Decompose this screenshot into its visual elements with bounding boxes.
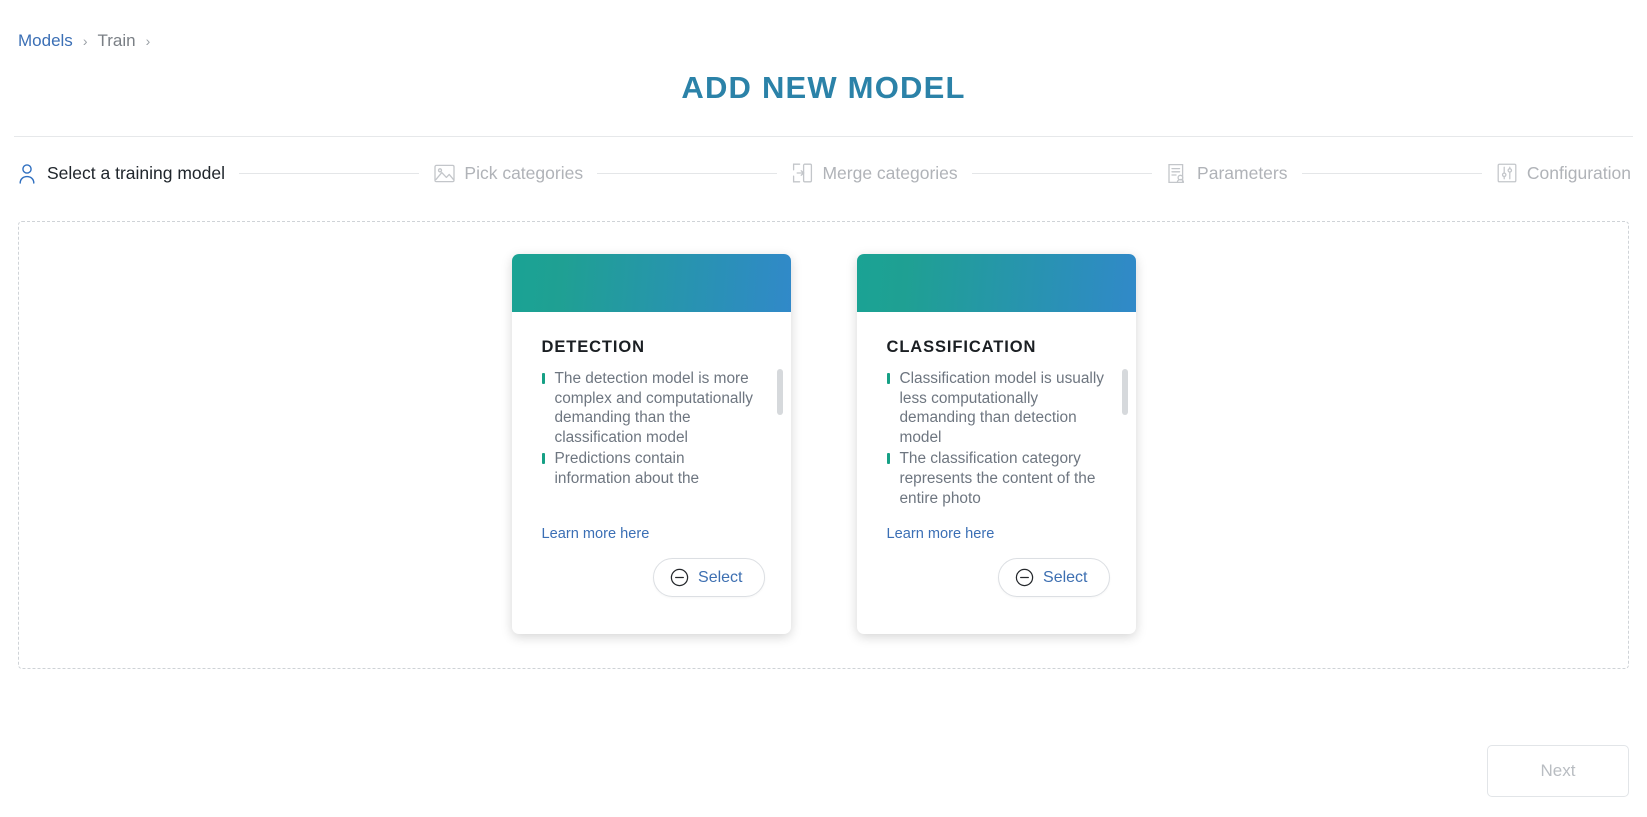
select-button-label: Select xyxy=(1043,568,1088,586)
model-card-detection[interactable]: DETECTION The detection model is more co… xyxy=(511,254,791,634)
step-select-training-model[interactable]: Select a training model xyxy=(8,162,233,184)
title-divider xyxy=(14,136,1633,137)
select-classification-button[interactable]: Select xyxy=(998,558,1110,597)
step-connector xyxy=(597,172,778,174)
step-parameters[interactable]: Parameters xyxy=(1158,162,1295,184)
step-connector xyxy=(239,172,420,174)
image-icon xyxy=(433,162,455,184)
minus-circle-icon xyxy=(670,568,689,587)
card-title: CLASSIFICATION xyxy=(886,338,1037,356)
step-label: Parameters xyxy=(1197,162,1288,183)
minus-circle-icon xyxy=(1015,568,1034,587)
card-body: DETECTION The detection model is more co… xyxy=(512,312,791,634)
learn-more-link[interactable]: Learn more here xyxy=(542,526,650,542)
breadcrumb-item-train[interactable]: Train xyxy=(97,31,135,51)
stepper: Select a training model Pick categories xyxy=(0,141,1647,205)
breadcrumb-separator-icon: › xyxy=(145,33,151,49)
card-bullet-list: Classification model is usually less com… xyxy=(886,369,1110,507)
card-header-gradient xyxy=(511,254,791,312)
card-body: CLASSIFICATION Classification model is u… xyxy=(857,312,1136,634)
step-label: Configuration xyxy=(1526,162,1631,183)
card-bullet-item: Predictions contain information about th… xyxy=(541,449,765,488)
model-选-panel: DETECTION The detection model is more co… xyxy=(18,221,1629,669)
step-merge-categories[interactable]: Merge categories xyxy=(783,162,965,184)
step-label: Merge categories xyxy=(822,162,958,183)
person-icon xyxy=(16,162,38,184)
footer: Next xyxy=(1487,745,1629,797)
card-scrollbar-thumb[interactable] xyxy=(776,369,783,415)
step-configuration[interactable]: Configuration xyxy=(1488,162,1639,184)
merge-icon xyxy=(791,162,813,184)
learn-more-link[interactable]: Learn more here xyxy=(887,526,995,542)
select-detection-button[interactable]: Select xyxy=(653,558,765,597)
next-button[interactable]: Next xyxy=(1487,745,1629,797)
select-row: Select xyxy=(887,558,1136,597)
card-scrollbar[interactable] xyxy=(776,369,783,507)
card-header-gradient xyxy=(856,254,1136,312)
step-connector xyxy=(1301,172,1482,174)
sliders-icon xyxy=(1496,162,1518,184)
card-bullets-scroll-area: The detection model is more complex and … xyxy=(541,369,791,507)
breadcrumb-item-models[interactable]: Models xyxy=(18,31,73,51)
card-bullet-item: The detection model is more complex and … xyxy=(541,369,765,447)
breadcrumb-separator-icon: › xyxy=(82,33,88,49)
select-button-label: Select xyxy=(698,568,743,586)
model-card-classification[interactable]: CLASSIFICATION Classification model is u… xyxy=(856,254,1136,634)
step-label: Select a training model xyxy=(47,162,226,183)
card-bullet-item: Classification model is usually less com… xyxy=(886,369,1110,447)
step-connector xyxy=(971,172,1153,174)
document-person-icon xyxy=(1166,162,1188,184)
page-title: ADD NEW MODEL xyxy=(681,70,966,105)
card-scrollbar[interactable] xyxy=(1121,369,1128,507)
step-label: Pick categories xyxy=(464,162,584,183)
card-scrollbar-thumb[interactable] xyxy=(1121,369,1128,415)
breadcrumb: Models › Train › xyxy=(0,0,1647,52)
select-row: Select xyxy=(542,558,791,597)
card-bullets-scroll-area: Classification model is usually less com… xyxy=(886,369,1136,507)
card-bullet-list: The detection model is more complex and … xyxy=(541,369,765,489)
page-root: Models › Train › ADD NEW MODEL Select a … xyxy=(0,0,1647,817)
step-pick-categories[interactable]: Pick categories xyxy=(425,162,591,184)
card-bullet-item: The classification category represents t… xyxy=(886,449,1110,507)
card-title: DETECTION xyxy=(541,338,645,356)
